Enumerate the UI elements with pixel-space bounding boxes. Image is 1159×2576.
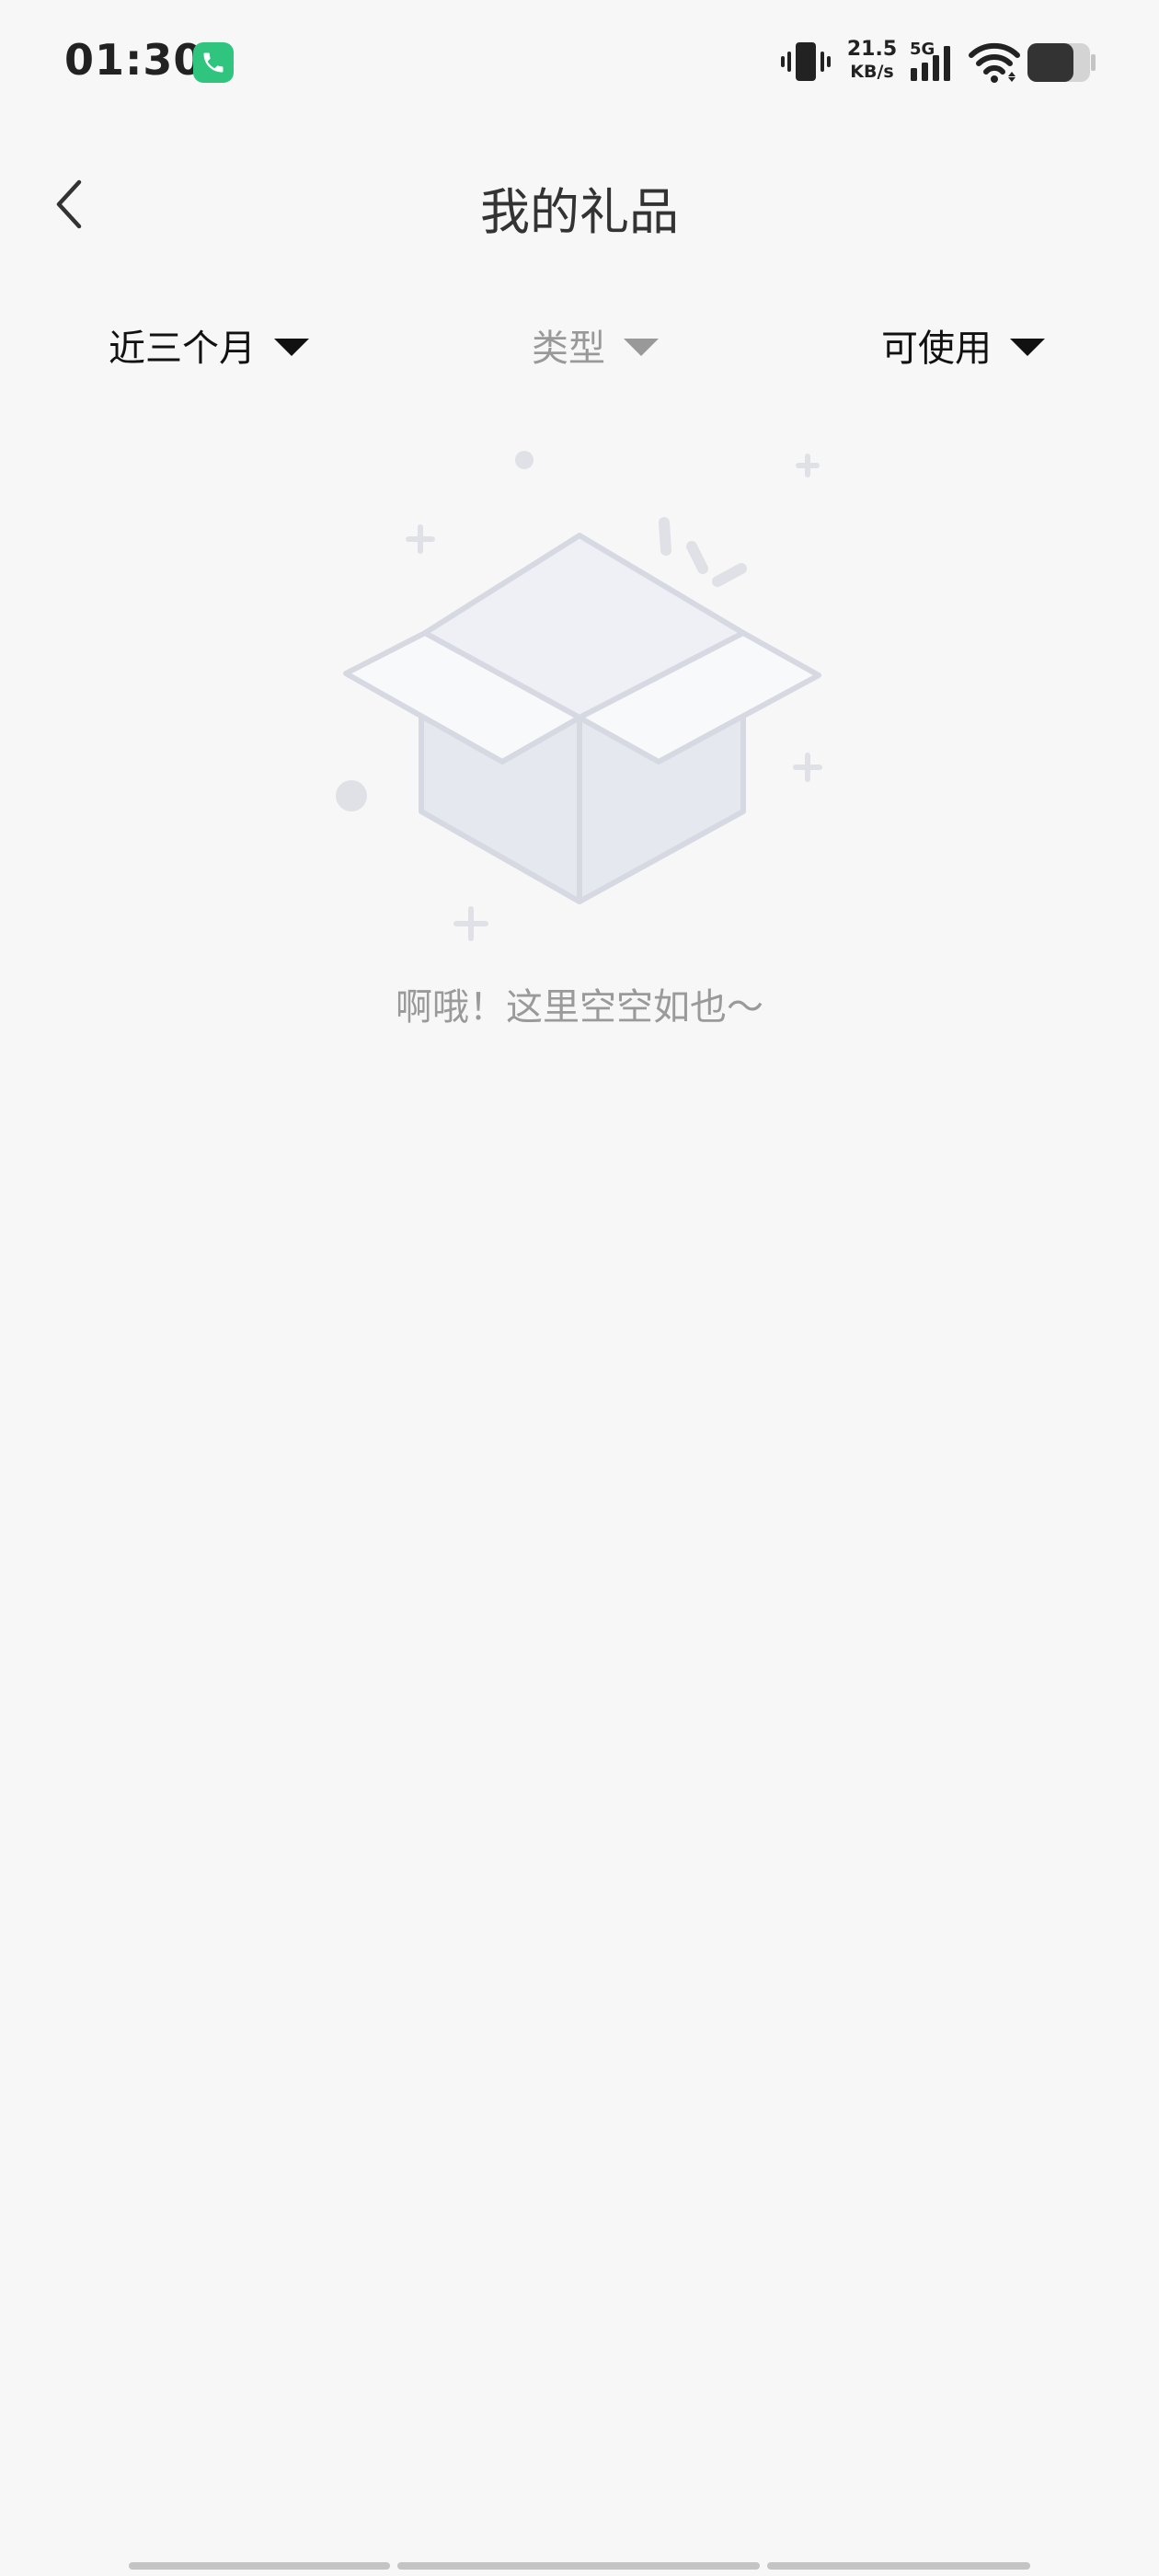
battery-icon bbox=[1027, 42, 1096, 86]
caret-down-icon bbox=[1010, 338, 1045, 356]
cellular-signal-icon: 5G bbox=[909, 40, 957, 86]
vibrate-icon bbox=[780, 39, 832, 88]
status-time: 01:30 bbox=[64, 35, 204, 85]
empty-state-message: 啊哦！这里空空如也～ bbox=[396, 986, 763, 1029]
page-title: 我的礼品 bbox=[480, 183, 679, 241]
open-box-icon bbox=[322, 432, 837, 951]
status-filter-dropdown[interactable]: 可使用 bbox=[881, 313, 1045, 377]
network-speed-value: 21.5 bbox=[846, 38, 898, 61]
period-filter-label: 近三个月 bbox=[109, 328, 256, 370]
navigation-hint-bar bbox=[129, 2562, 390, 2570]
navigation-hint-bar bbox=[767, 2562, 1030, 2570]
caret-down-icon bbox=[274, 338, 309, 356]
caret-down-icon bbox=[624, 338, 659, 356]
app-header: 我的礼品 bbox=[0, 147, 1159, 258]
network-speed-unit: KB/s bbox=[850, 62, 894, 82]
network-type-label: 5G bbox=[910, 40, 935, 59]
status-bar: 01:30 21.5 KB/s 5G bbox=[0, 0, 1159, 129]
type-filter-label: 类型 bbox=[532, 328, 605, 370]
network-speed: 21.5 KB/s bbox=[844, 39, 900, 83]
period-filter-dropdown[interactable]: 近三个月 bbox=[109, 313, 309, 377]
navigation-hint-bar bbox=[397, 2562, 760, 2570]
status-filter-label: 可使用 bbox=[881, 328, 992, 370]
wifi-icon bbox=[968, 42, 1021, 86]
type-filter-dropdown[interactable]: 类型 bbox=[532, 313, 659, 377]
phone-call-icon bbox=[193, 42, 234, 83]
